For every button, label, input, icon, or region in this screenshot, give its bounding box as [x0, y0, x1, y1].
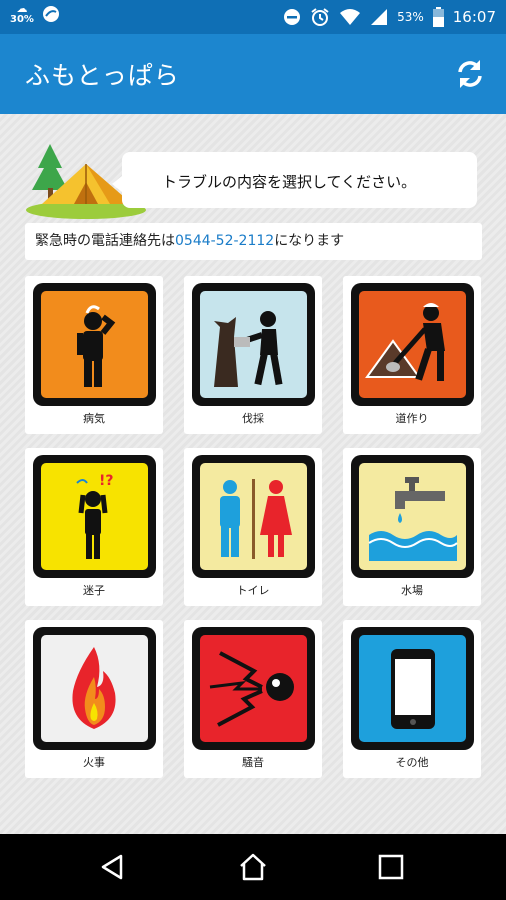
category-label: 道作り	[395, 412, 429, 425]
category-icon-frame	[351, 283, 474, 406]
noise-icon	[209, 651, 294, 727]
tree-cutting-icon	[214, 311, 283, 387]
icon-background	[200, 291, 307, 398]
refresh-icon[interactable]	[452, 56, 488, 92]
category-icon-frame	[351, 455, 474, 578]
do-not-disturb-icon	[284, 9, 301, 25]
status-right: 53% 16:07	[283, 0, 496, 34]
category-label: 水場	[401, 584, 423, 597]
category-label: その他	[395, 756, 429, 769]
status-bar: ☁ 30% 53% 16:07	[0, 0, 506, 34]
road-building-icon	[365, 303, 445, 381]
recents-icon[interactable]	[376, 852, 406, 882]
emergency-phone-link[interactable]: 0544-52-2112	[175, 233, 274, 249]
category-sick[interactable]: 病気	[25, 276, 163, 434]
lost-child-icon: !?	[76, 473, 114, 559]
battery-icon	[432, 7, 444, 27]
app-notification-icon	[42, 6, 59, 22]
toilet-icon	[220, 479, 292, 559]
category-icon-frame: !?	[33, 455, 156, 578]
category-road-work[interactable]: 道作り	[343, 276, 481, 434]
category-icon-frame	[33, 627, 156, 750]
icon-background	[359, 463, 466, 570]
emergency-suffix: になります	[274, 233, 345, 249]
navigation-bar	[0, 834, 506, 900]
category-icon-frame	[192, 283, 315, 406]
clock: 16:07	[452, 8, 496, 26]
category-fire[interactable]: 火事	[25, 620, 163, 778]
icon-background	[359, 635, 466, 742]
fire-icon	[72, 647, 116, 729]
icon-background	[359, 291, 466, 398]
weather-indicator: ☁ 30%	[10, 3, 34, 25]
app-title: ふもとっぱら	[25, 61, 180, 90]
icon-background	[41, 291, 148, 398]
icon-background	[41, 635, 148, 742]
emergency-notice: 緊急時の電話連絡先は0544-52-2112になります	[25, 223, 482, 260]
icon-background	[200, 463, 307, 570]
icon-background	[200, 635, 307, 742]
category-label: トイレ	[236, 584, 270, 597]
category-toilet[interactable]: トイレ	[184, 448, 322, 606]
water-tap-icon	[368, 477, 458, 561]
snow-cloud-icon: ☁	[16, 2, 28, 15]
category-logging[interactable]: 伐採	[184, 276, 322, 434]
category-icon-frame	[192, 455, 315, 578]
back-icon[interactable]	[97, 852, 127, 882]
category-label: 病気	[83, 412, 105, 425]
wifi-icon	[340, 9, 361, 25]
category-label: 騒音	[242, 756, 264, 769]
category-lost-child[interactable]: !? 迷子	[25, 448, 163, 606]
instruction-text: トラブルの内容を選択してください。	[162, 173, 417, 191]
home-icon[interactable]	[238, 852, 268, 882]
status-left: ☁ 30%	[10, 3, 60, 25]
emergency-prefix: 緊急時の電話連絡先は	[35, 233, 175, 249]
svg-text:!?: !?	[99, 473, 114, 489]
app-bar: ふもとっぱら	[0, 34, 506, 114]
category-icon-frame	[33, 283, 156, 406]
icon-background: !?	[41, 463, 148, 570]
weather-percent: 30%	[10, 14, 34, 25]
category-label: 迷子	[83, 584, 105, 597]
instruction-bubble: トラブルの内容を選択してください。	[112, 152, 477, 208]
signal-icon	[371, 9, 388, 25]
category-label: 火事	[83, 756, 105, 769]
category-water[interactable]: 水場	[343, 448, 481, 606]
category-icon-frame	[351, 627, 474, 750]
category-other[interactable]: その他	[343, 620, 481, 778]
category-noise[interactable]: 騒音	[184, 620, 322, 778]
category-label: 伐採	[242, 412, 264, 425]
battery-percent: 53%	[397, 10, 424, 24]
category-icon-frame	[192, 627, 315, 750]
alarm-icon	[311, 8, 329, 26]
smartphone-icon	[391, 649, 435, 729]
sick-person-icon	[77, 305, 116, 387]
